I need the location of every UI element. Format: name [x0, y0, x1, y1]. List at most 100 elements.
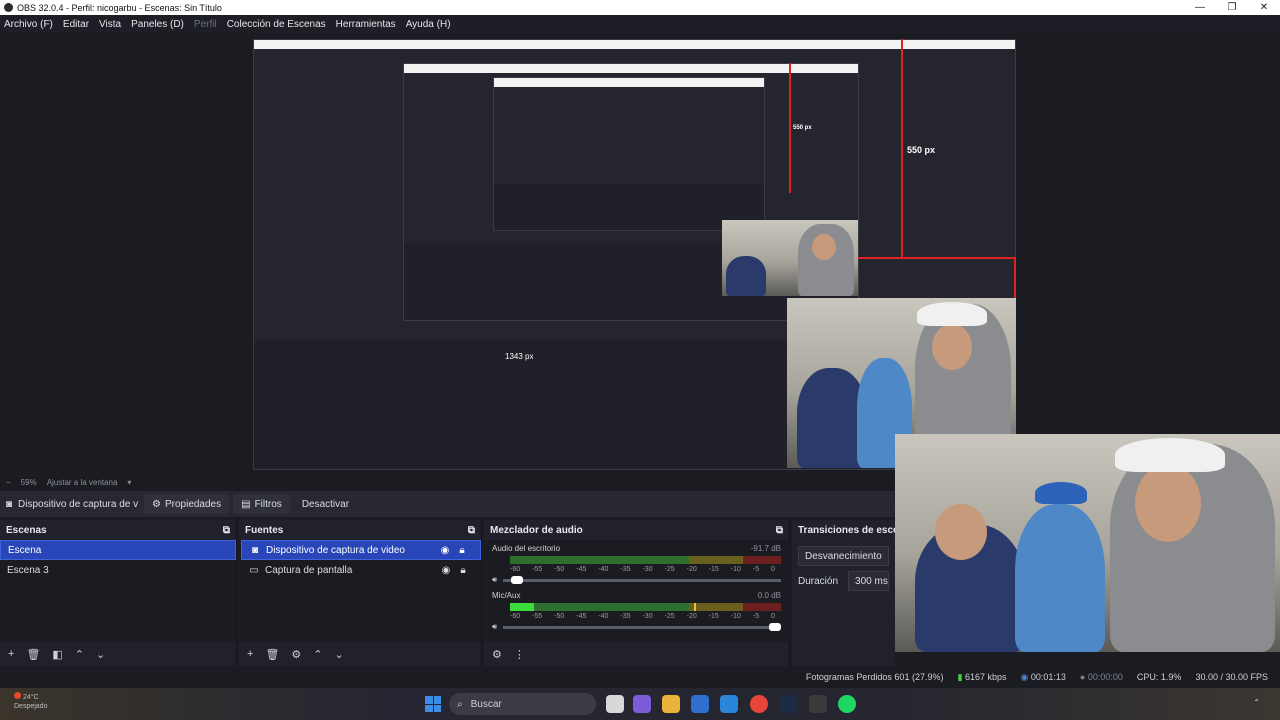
- tick-label: -25: [664, 566, 675, 573]
- filters-button[interactable]: ▤ Filtros: [233, 494, 290, 514]
- menu-paneles[interactable]: Paneles (D): [131, 19, 184, 30]
- tick-label: -35: [620, 613, 631, 620]
- speaker-icon[interactable]: 🔊︎: [492, 622, 497, 632]
- store-icon[interactable]: [691, 695, 709, 713]
- more-options-icon[interactable]: ⋮: [514, 648, 525, 661]
- current-source: ◙ Dispositivo de captura de v: [6, 499, 144, 510]
- menu-herramientas[interactable]: Herramientas: [336, 19, 396, 30]
- mixer-channel-mic: Mic/Aux 0.0 dB -60 -55 -50 -45 -40 -35 -30 -25-…: [484, 587, 789, 634]
- move-down-icon[interactable]: ⌄: [96, 648, 105, 661]
- rec-time: 00:00:00: [1087, 672, 1123, 682]
- volume-meter: [510, 603, 781, 611]
- transitions-dock: Transiciones de escen Desvanecimiento Du…: [792, 520, 895, 666]
- px-label-small: 550 px: [793, 125, 812, 131]
- volume-slider-knob[interactable]: [769, 622, 781, 631]
- dock-undock-icon[interactable]: ⧉: [468, 525, 475, 536]
- weather-text: Despejado: [14, 703, 48, 710]
- menu-bar: Archivo (F) Editar Vista Paneles (D) Per…: [0, 15, 1280, 33]
- lock-icon[interactable]: 🔒︎: [457, 565, 469, 576]
- filter-icon: ▤: [241, 498, 251, 510]
- current-source-label: Dispositivo de captura de v: [18, 498, 139, 510]
- signal-icon: ▮: [957, 671, 963, 682]
- outlook-icon[interactable]: [720, 695, 738, 713]
- eye-icon[interactable]: ◉: [439, 545, 451, 556]
- volume-meter: [510, 556, 781, 564]
- source-item[interactable]: ▭ Captura de pantalla ◉ 🔒︎: [241, 560, 481, 580]
- chevron-down-icon[interactable]: ▾: [127, 478, 131, 487]
- trash-icon[interactable]: 🗑: [26, 648, 40, 661]
- source-label: Captura de pantalla: [265, 564, 353, 576]
- file-explorer-icon[interactable]: [662, 695, 680, 713]
- duration-input[interactable]: 300 ms: [848, 571, 889, 591]
- preview-canvas[interactable]: 550 px 550 px 1343 px: [0, 33, 1280, 652]
- transition-select[interactable]: Desvanecimiento: [798, 546, 889, 566]
- dock-undock-icon[interactable]: ⧉: [223, 525, 230, 536]
- properties-label: Propiedades: [164, 498, 222, 510]
- move-down-icon[interactable]: ⌄: [335, 648, 344, 661]
- menu-vista[interactable]: Vista: [99, 19, 121, 30]
- lock-icon[interactable]: 🔒︎: [456, 545, 468, 556]
- task-view-icon[interactable]: [606, 695, 624, 713]
- weather-widget[interactable]: 24°C Despejado: [14, 692, 47, 711]
- filter-icon[interactable]: ◧: [52, 648, 62, 661]
- transition-value: Desvanecimiento: [805, 550, 882, 562]
- copilot-icon[interactable]: [633, 695, 651, 713]
- source-label: Dispositivo de captura de video: [266, 544, 405, 556]
- monitor-icon: ▭: [249, 564, 259, 576]
- tick-label: -60: [510, 613, 521, 620]
- gear-icon: ⚙: [152, 498, 161, 510]
- fps-value: 30.00 / 30.00 FPS: [1195, 672, 1268, 682]
- fit-window-option[interactable]: Ajustar a la ventana: [47, 478, 118, 487]
- taskbar-search[interactable]: ⌕ Buscar: [449, 693, 596, 715]
- windows-start-icon[interactable]: [425, 696, 441, 712]
- duration-value: 300 ms: [855, 575, 888, 587]
- tick-label: -10: [730, 613, 741, 620]
- close-icon[interactable]: ✕: [1248, 2, 1280, 13]
- menu-ayuda[interactable]: Ayuda (H): [406, 19, 451, 30]
- spotify-icon[interactable]: [838, 695, 856, 713]
- source-item[interactable]: ◙ Dispositivo de captura de video ◉ 🔒︎: [241, 540, 481, 560]
- stream-icon: ◉: [1020, 671, 1029, 682]
- tick-label: 0: [771, 566, 775, 573]
- scene-item[interactable]: Escena 3: [0, 560, 236, 580]
- volume-slider-knob[interactable]: [511, 575, 524, 584]
- steam-icon[interactable]: [779, 695, 797, 713]
- scene-item[interactable]: Escena: [0, 540, 236, 560]
- dock-undock-icon[interactable]: ⧉: [776, 525, 783, 536]
- menu-editar[interactable]: Editar: [63, 19, 89, 30]
- camera-icon: ◙: [6, 498, 13, 510]
- zoom-out-icon[interactable]: −: [6, 478, 11, 487]
- trash-icon[interactable]: 🗑: [265, 648, 279, 661]
- window-title: OBS 32.0.4 - Perfil: nicogarbu - Escenas…: [17, 2, 222, 13]
- menu-coleccion-escenas[interactable]: Colección de Escenas: [227, 19, 326, 30]
- volume-slider[interactable]: [503, 575, 781, 584]
- speaker-icon[interactable]: 🔊︎: [492, 575, 497, 585]
- obs-taskbar-icon[interactable]: [809, 695, 827, 713]
- add-icon[interactable]: +: [247, 648, 253, 660]
- move-up-icon[interactable]: ⌃: [75, 648, 84, 661]
- tick-label: -5: [752, 566, 760, 573]
- properties-button[interactable]: ⚙ Propiedades: [144, 494, 230, 514]
- chevron-up-icon[interactable]: ⌃: [1253, 698, 1260, 707]
- chrome-icon[interactable]: [750, 695, 768, 713]
- deactivate-button[interactable]: Desactivar: [294, 494, 357, 514]
- windows-taskbar: 24°C Despejado ⌕ Buscar ⌃: [0, 688, 1280, 720]
- menu-archivo[interactable]: Archivo (F): [4, 19, 53, 30]
- channel-db: 0.0 dB: [757, 591, 781, 600]
- deactivate-label: Desactivar: [301, 498, 350, 510]
- tick-label: -55: [532, 613, 543, 620]
- tick-label: -15: [708, 613, 719, 620]
- zoom-value[interactable]: 59%: [21, 478, 37, 487]
- eye-icon[interactable]: ◉: [440, 565, 452, 576]
- tick-label: -5: [752, 613, 760, 620]
- move-up-icon[interactable]: ⌃: [313, 648, 322, 661]
- scenes-list: Escena Escena 3: [0, 540, 236, 642]
- add-icon[interactable]: +: [8, 648, 14, 660]
- gear-icon[interactable]: ⚙: [492, 648, 502, 661]
- maximize-icon[interactable]: ❐: [1216, 2, 1248, 13]
- volume-slider[interactable]: [503, 622, 781, 631]
- system-tray[interactable]: ⌃: [1253, 698, 1260, 707]
- menu-perfil[interactable]: Perfil: [194, 19, 217, 30]
- gear-icon[interactable]: ⚙: [291, 648, 301, 661]
- minimize-icon[interactable]: —: [1184, 2, 1216, 13]
